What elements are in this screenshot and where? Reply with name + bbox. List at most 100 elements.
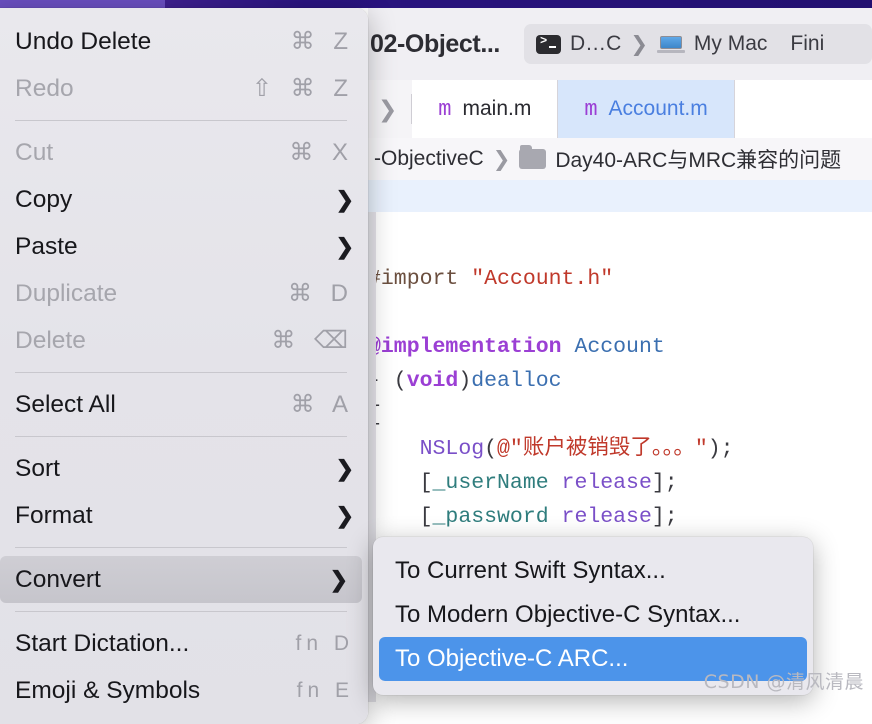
code-line: #import "Account.h" [368, 262, 872, 296]
chevron-right-icon: ❯ [492, 147, 511, 171]
menu-item-paste[interactable]: Paste ❯ [0, 223, 368, 270]
menu-item-label: Format [15, 501, 93, 529]
menu-item-emoji-symbols[interactable]: Emoji & Symbols fn E [0, 667, 368, 714]
code-token: NSLog [419, 437, 485, 461]
tab-label: main.m [462, 97, 532, 120]
menu-item-label: Start Dictation... [15, 629, 190, 657]
chevron-right-icon: ❯ [329, 566, 348, 592]
menu-separator [15, 120, 347, 121]
code-line: - (void)dealloc [368, 364, 872, 398]
menu-item-label: Select All [15, 390, 116, 418]
code-line [368, 296, 872, 330]
menu-item-label: Sort [15, 454, 60, 482]
menu-item-shortcut: ⌘ ⌫ [271, 327, 354, 354]
xcode-toolbar: 02-Object... D…C ❯ My Mac Fini [368, 8, 872, 81]
tab-main-m[interactable]: m main.m [412, 80, 559, 138]
code-token: dealloc [471, 369, 562, 393]
laptop-icon [656, 35, 685, 54]
terminal-icon [535, 34, 561, 54]
chevron-right-icon: ❯ [335, 502, 354, 528]
menu-item-shortcut: ⇧ ⌘ Z [251, 75, 354, 102]
breadcrumb-folder[interactable]: Day40-ARC与MRC兼容的问题 [555, 144, 841, 174]
menu-item-label: Redo [15, 74, 74, 102]
tab-nav-forward-button[interactable]: ❯ [368, 80, 397, 138]
menu-item-label: Copy [15, 185, 73, 213]
submenu-item-label: To Modern Objective-C Syntax... [395, 601, 741, 628]
menu-separator [15, 547, 347, 548]
menu-item-label: Convert [15, 565, 101, 593]
menu-item-copy[interactable]: Copy ❯ [0, 176, 368, 223]
menu-item-sort[interactable]: Sort ❯ [0, 445, 368, 492]
menu-separator [15, 611, 347, 612]
code-token: "Account.h" [471, 267, 614, 291]
breadcrumb-project[interactable]: -ObjectiveC [374, 147, 484, 171]
menu-item-cut: Cut ⌘ X [0, 129, 368, 176]
scheme-label: D…C [569, 32, 622, 55]
tab-account-m[interactable]: m Account.m [558, 80, 735, 138]
code-token: ); [707, 437, 734, 461]
chevron-right-icon: ❯ [335, 186, 354, 212]
menu-item-redo: Redo ⇧ ⌘ Z [0, 65, 368, 112]
menu-item-shortcut: fn E [296, 678, 354, 702]
tab-bar-filler [734, 80, 872, 138]
folder-icon [519, 145, 547, 169]
menu-item-undo-delete[interactable]: Undo Delete ⌘ Z [0, 18, 368, 65]
menubar-strip-accent [0, 0, 165, 8]
code-token: void [406, 369, 459, 393]
menu-item-format[interactable]: Format ❯ [0, 492, 368, 539]
activity-viewer[interactable]: D…C ❯ My Mac Fini [523, 24, 872, 64]
menu-item-convert[interactable]: Convert ❯ [0, 556, 362, 603]
submenu-item-to-current-swift-syntax[interactable]: To Current Swift Syntax... [373, 549, 813, 593]
menu-item-shortcut: ⌘ Z [290, 28, 354, 55]
code-token: release [561, 505, 652, 529]
code-token: ) [458, 369, 472, 393]
menu-item-start-dictation[interactable]: Start Dictation... fn D [0, 620, 368, 667]
submenu-item-to-modern-objective-c-syntax[interactable]: To Modern Objective-C Syntax... [373, 593, 813, 637]
menu-item-label: Duplicate [15, 279, 118, 307]
code-token: @"账户被销毁了。。。" [497, 437, 708, 461]
menu-item-label: Cut [15, 138, 54, 166]
editor-tab-bar: ❯ m main.m m Account.m [368, 80, 872, 139]
menu-item-label: Emoji & Symbols [15, 676, 201, 704]
chevron-right-icon: ❯ [335, 233, 354, 259]
submenu-item-label: To Objective-C ARC... [395, 645, 629, 672]
submenu-item-label: To Current Swift Syntax... [395, 557, 666, 584]
code-token: _password [432, 505, 549, 529]
code-token: #import [368, 267, 472, 291]
menu-item-select-all[interactable]: Select All ⌘ A [0, 381, 368, 428]
menu-item-label: Delete [15, 326, 86, 354]
context-menu[interactable]: Undo Delete ⌘ Z Redo ⇧ ⌘ Z Cut ⌘ X Copy ❯ Paste ❯… [0, 8, 368, 724]
code-line: { [368, 398, 872, 432]
watermark-text: CSDN @清风清晨 [703, 671, 864, 693]
code-token: _userName [432, 471, 549, 495]
chevron-right-icon: ❯ [335, 455, 354, 481]
menu-item-label: Paste [15, 232, 78, 260]
menu-item-duplicate: Duplicate ⌘ D [0, 270, 368, 317]
menu-item-shortcut: ⌘ D [288, 280, 354, 307]
menu-item-shortcut: fn D [295, 631, 354, 655]
code-line: @implementation Account [368, 330, 872, 364]
breadcrumb[interactable]: -ObjectiveC ❯ Day40-ARC与MRC兼容的问题 [368, 138, 872, 181]
tab-label: Account.m [608, 97, 708, 120]
build-status-label: Fini [790, 32, 825, 55]
menu-item-delete: Delete ⌘ ⌫ [0, 317, 368, 364]
menu-separator [15, 436, 347, 437]
menu-separator [15, 372, 347, 373]
code-token: ( [484, 437, 498, 461]
menu-item-shortcut: ⌘ X [289, 139, 354, 166]
code-token: [ [368, 471, 433, 495]
objc-file-icon: m [438, 96, 452, 122]
editor-jump-bar-banner [368, 180, 872, 213]
device-label: My Mac [693, 32, 768, 55]
code-content: #import "Account.h" @implementation Acco… [368, 262, 872, 534]
code-token: Account [574, 335, 665, 359]
code-line: [_password release]; [368, 500, 872, 534]
chevron-right-icon: ❯ [378, 95, 398, 122]
menu-item-shortcut: ⌘ A [290, 391, 354, 418]
menu-item-label: Undo Delete [15, 27, 152, 55]
code-token: ]; [651, 505, 678, 529]
code-token: @implementation [368, 335, 562, 359]
code-line: NSLog(@"账户被销毁了。。。"); [368, 432, 872, 466]
